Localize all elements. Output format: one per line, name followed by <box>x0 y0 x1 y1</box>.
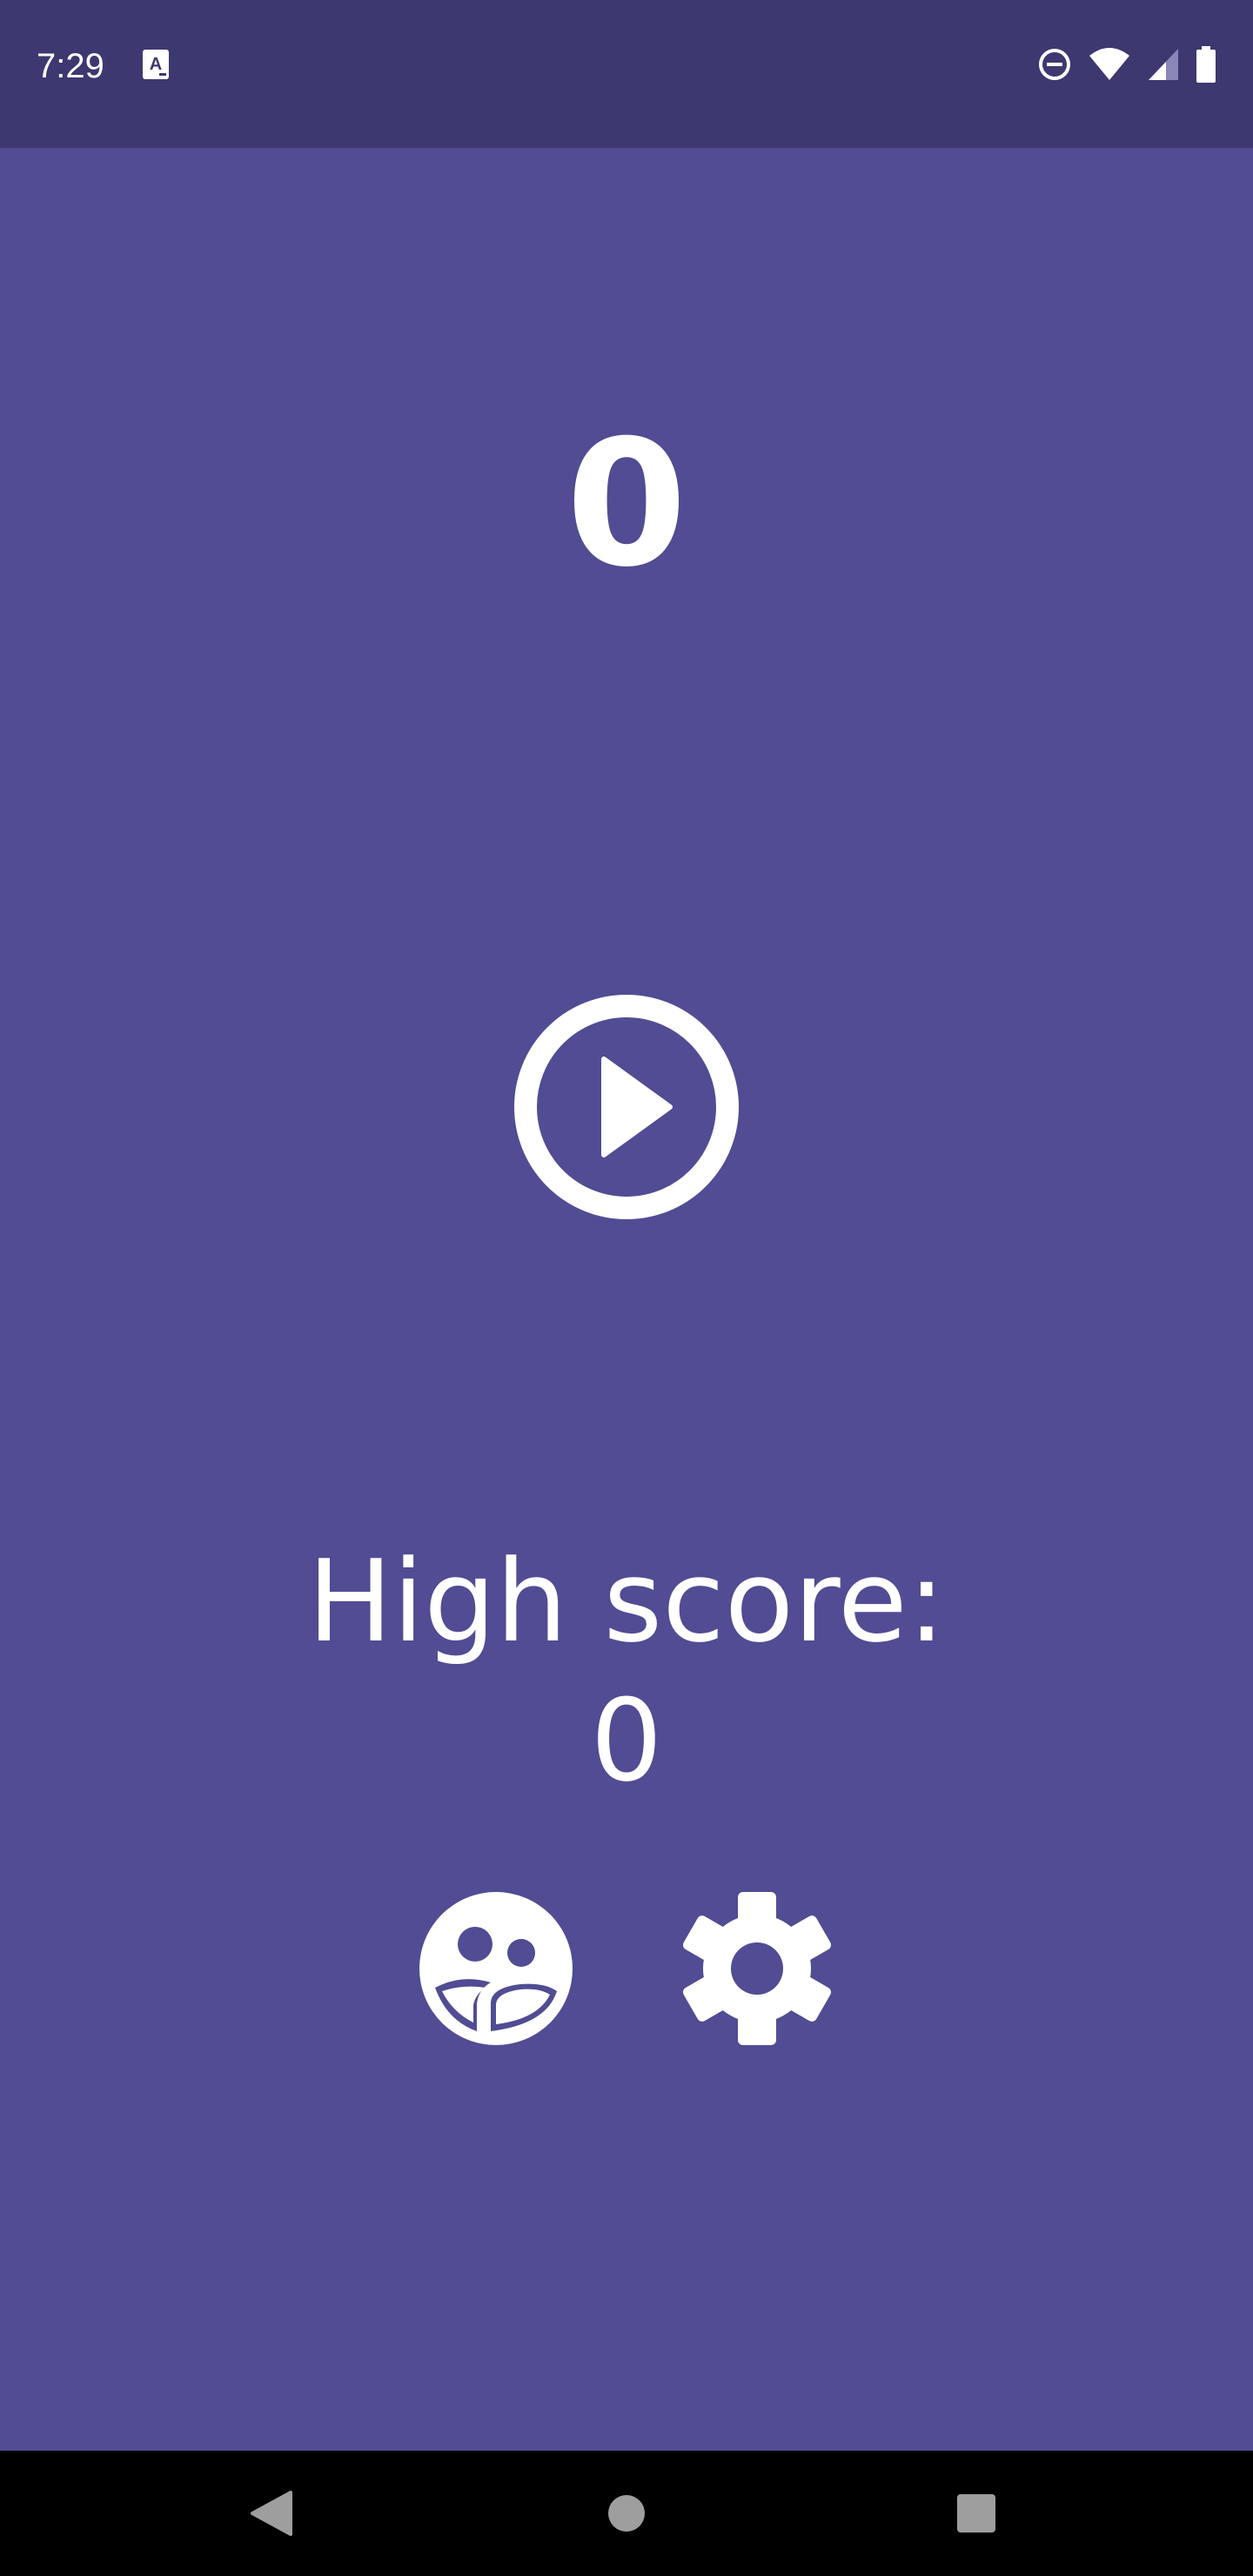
status-time: 7:29 <box>37 47 104 85</box>
cellular-signal-icon <box>1149 49 1178 80</box>
game-screen: 7:29 A 0 High score: 0 <box>0 0 1253 2576</box>
do-not-disturb-icon <box>1039 49 1070 80</box>
recents-icon[interactable] <box>941 2479 1011 2548</box>
home-icon[interactable] <box>592 2479 661 2548</box>
status-icons <box>1037 44 1216 85</box>
play-icon[interactable] <box>513 994 740 1220</box>
svg-text:A: A <box>150 55 162 74</box>
leaderboard-icon[interactable] <box>418 1890 574 2047</box>
high-score-value: 0 <box>590 1674 663 1807</box>
high-score-label: High score: <box>307 1535 946 1667</box>
settings-gear-icon[interactable] <box>679 1890 835 2047</box>
navigation-bar <box>0 2451 1253 2576</box>
back-icon[interactable] <box>237 2479 306 2548</box>
status-bar: 7:29 A <box>0 0 1253 148</box>
text-format-notification-icon: A <box>143 50 169 79</box>
current-score: 0 <box>566 403 687 606</box>
battery-icon <box>1196 46 1216 83</box>
wifi-icon <box>1089 48 1129 80</box>
